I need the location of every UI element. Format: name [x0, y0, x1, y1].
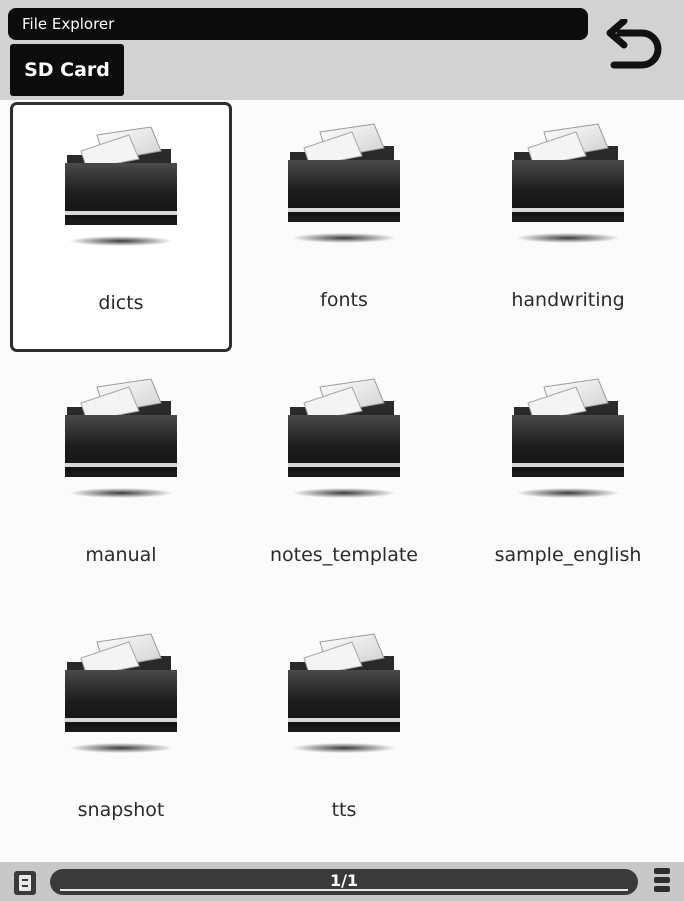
- folder-label: fonts: [320, 289, 368, 311]
- back-button[interactable]: [600, 14, 670, 82]
- page-scrollbar[interactable]: 1/1: [50, 869, 638, 895]
- folder-icon: [64, 633, 178, 754]
- header-bar: File Explorer SD Card: [0, 0, 684, 100]
- location-tab-sd-card[interactable]: SD Card: [10, 44, 124, 96]
- menu-icon[interactable]: [654, 868, 670, 898]
- folder-label: dicts: [98, 292, 144, 314]
- window-title: File Explorer: [8, 8, 588, 40]
- folder-label: handwriting: [511, 289, 625, 311]
- folder-tile-notes-template[interactable]: notes_template: [233, 357, 455, 607]
- folder-icon: [511, 123, 625, 244]
- folder-tile-handwriting[interactable]: handwriting: [457, 102, 679, 352]
- folder-icon: [287, 378, 401, 499]
- folder-icon: [287, 123, 401, 244]
- folder-label: manual: [85, 544, 157, 566]
- folder-label: notes_template: [270, 544, 418, 566]
- folder-tile-dicts[interactable]: dicts: [10, 102, 232, 352]
- folder-label: snapshot: [77, 799, 165, 821]
- folder-icon: [64, 378, 178, 499]
- folder-tile-snapshot[interactable]: snapshot: [10, 612, 232, 862]
- file-explorer-screen: File Explorer SD Card dicts fonts handwr…: [0, 0, 684, 901]
- folder-icon: [64, 126, 178, 247]
- folder-label: sample_english: [494, 544, 642, 566]
- folder-tile-sample-english[interactable]: sample_english: [457, 357, 679, 607]
- folder-tile-tts[interactable]: tts: [233, 612, 455, 862]
- folder-label: tts: [331, 799, 357, 821]
- folder-icon: [287, 633, 401, 754]
- undo-arrow-icon: [606, 19, 662, 69]
- page-indicator: 1/1: [329, 871, 359, 890]
- page-icon[interactable]: [14, 871, 36, 895]
- folder-icon: [511, 378, 625, 499]
- folder-grid: dicts fonts handwriting manual notes_tem…: [0, 100, 684, 862]
- pagination-bar: 1/1: [0, 862, 684, 901]
- folder-tile-manual[interactable]: manual: [10, 357, 232, 607]
- folder-tile-fonts[interactable]: fonts: [233, 102, 455, 352]
